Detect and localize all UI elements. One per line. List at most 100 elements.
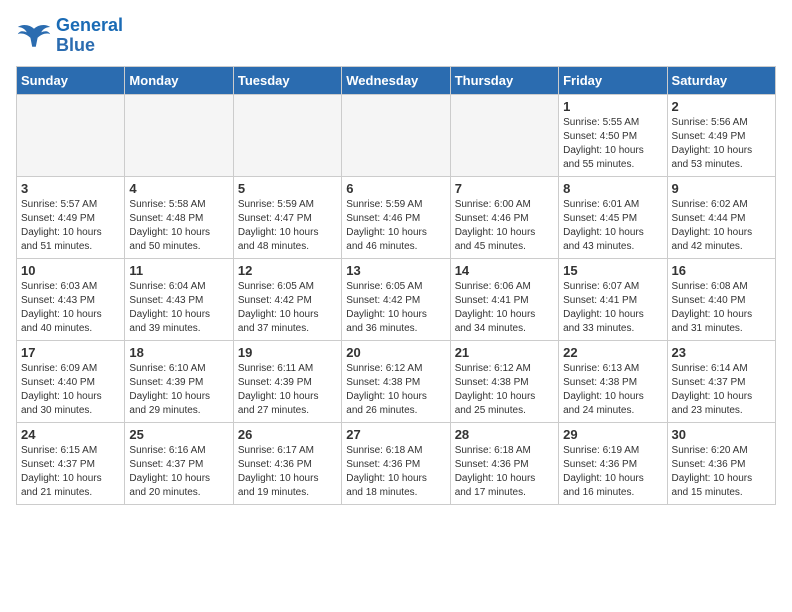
day-number: 29 bbox=[563, 427, 662, 442]
calendar-cell: 11 Sunrise: 6:04 AM Sunset: 4:43 PM Dayli… bbox=[125, 258, 233, 340]
day-number: 27 bbox=[346, 427, 445, 442]
calendar-cell: 12 Sunrise: 6:05 AM Sunset: 4:42 PM Dayli… bbox=[233, 258, 341, 340]
calendar-cell: 29Sunrise: 6:19 AM Sunset: 4:36 PM Dayli… bbox=[559, 422, 667, 504]
calendar-cell bbox=[342, 94, 450, 176]
day-info: Sunrise: 6:20 AM Sunset: 4:36 PM Dayligh… bbox=[672, 444, 771, 500]
col-header-wednesday: Wednesday bbox=[342, 66, 450, 94]
day-number: 12 bbox=[238, 263, 337, 278]
calendar-cell: 30 Sunrise: 6:20 AM Sunset: 4:36 PM Dayli… bbox=[667, 422, 775, 504]
day-number: 5 bbox=[238, 181, 337, 196]
day-info: Sunrise: 6:05 AM Sunset: 4:42 PM Dayligh… bbox=[346, 280, 445, 336]
day-number: 1 bbox=[563, 99, 662, 114]
day-number: 11 bbox=[129, 263, 228, 278]
day-number: 22 bbox=[563, 345, 662, 360]
day-info: Sunrise: 6:18 AM Sunset: 4:36 PM Dayligh… bbox=[346, 444, 445, 500]
day-info: Sunrise: 6:10 AM Sunset: 4:39 PM Dayligh… bbox=[129, 362, 228, 418]
day-number: 23 bbox=[672, 345, 771, 360]
col-header-monday: Monday bbox=[125, 66, 233, 94]
day-info: Sunrise: 6:12 AM Sunset: 4:38 PM Dayligh… bbox=[346, 362, 445, 418]
day-number: 4 bbox=[129, 181, 228, 196]
day-number: 3 bbox=[21, 181, 120, 196]
day-number: 25 bbox=[129, 427, 228, 442]
day-info: Sunrise: 6:18 AM Sunset: 4:36 PM Dayligh… bbox=[455, 444, 554, 500]
calendar-cell: 15 Sunrise: 6:07 AM Sunset: 4:41 PM Dayli… bbox=[559, 258, 667, 340]
calendar-cell: 3Sunrise: 5:57 AM Sunset: 4:49 PM Daylig… bbox=[17, 176, 125, 258]
calendar-week-3: 10 Sunrise: 6:03 AM Sunset: 4:43 PM Dayli… bbox=[17, 258, 776, 340]
day-number: 15 bbox=[563, 263, 662, 278]
calendar-week-1: 1 Sunrise: 5:55 AM Sunset: 4:50 PM Daylig… bbox=[17, 94, 776, 176]
calendar-cell: 23Sunrise: 6:14 AM Sunset: 4:37 PM Dayli… bbox=[667, 340, 775, 422]
day-info: Sunrise: 6:07 AM Sunset: 4:41 PM Dayligh… bbox=[563, 280, 662, 336]
calendar-cell: 8 Sunrise: 6:01 AM Sunset: 4:45 PM Daylig… bbox=[559, 176, 667, 258]
day-number: 28 bbox=[455, 427, 554, 442]
calendar-cell bbox=[450, 94, 558, 176]
day-info: Sunrise: 6:15 AM Sunset: 4:37 PM Dayligh… bbox=[21, 444, 120, 500]
day-number: 17 bbox=[21, 345, 120, 360]
day-info: Sunrise: 6:17 AM Sunset: 4:36 PM Dayligh… bbox=[238, 444, 337, 500]
calendar-week-5: 24Sunrise: 6:15 AM Sunset: 4:37 PM Dayli… bbox=[17, 422, 776, 504]
calendar-cell: 6 Sunrise: 5:59 AM Sunset: 4:46 PM Daylig… bbox=[342, 176, 450, 258]
day-number: 9 bbox=[672, 181, 771, 196]
day-info: Sunrise: 6:13 AM Sunset: 4:38 PM Dayligh… bbox=[563, 362, 662, 418]
calendar-table: SundayMondayTuesdayWednesdayThursdayFrid… bbox=[16, 66, 776, 505]
day-info: Sunrise: 6:12 AM Sunset: 4:38 PM Dayligh… bbox=[455, 362, 554, 418]
calendar-cell: 24Sunrise: 6:15 AM Sunset: 4:37 PM Dayli… bbox=[17, 422, 125, 504]
day-number: 18 bbox=[129, 345, 228, 360]
calendar-cell: 28 Sunrise: 6:18 AM Sunset: 4:36 PM Dayli… bbox=[450, 422, 558, 504]
day-number: 26 bbox=[238, 427, 337, 442]
calendar-cell: 5Sunrise: 5:59 AM Sunset: 4:47 PM Daylig… bbox=[233, 176, 341, 258]
col-header-tuesday: Tuesday bbox=[233, 66, 341, 94]
calendar-cell: 19 Sunrise: 6:11 AM Sunset: 4:39 PM Dayli… bbox=[233, 340, 341, 422]
calendar-cell: 1 Sunrise: 5:55 AM Sunset: 4:50 PM Daylig… bbox=[559, 94, 667, 176]
day-info: Sunrise: 6:06 AM Sunset: 4:41 PM Dayligh… bbox=[455, 280, 554, 336]
logo-text: General Blue bbox=[56, 16, 123, 56]
calendar-cell: 21 Sunrise: 6:12 AM Sunset: 4:38 PM Dayli… bbox=[450, 340, 558, 422]
day-number: 14 bbox=[455, 263, 554, 278]
day-info: Sunrise: 6:05 AM Sunset: 4:42 PM Dayligh… bbox=[238, 280, 337, 336]
calendar-week-2: 3Sunrise: 5:57 AM Sunset: 4:49 PM Daylig… bbox=[17, 176, 776, 258]
logo-icon bbox=[16, 21, 52, 51]
day-info: Sunrise: 6:00 AM Sunset: 4:46 PM Dayligh… bbox=[455, 198, 554, 254]
calendar-cell: 27 Sunrise: 6:18 AM Sunset: 4:36 PM Dayli… bbox=[342, 422, 450, 504]
calendar-cell: 16Sunrise: 6:08 AM Sunset: 4:40 PM Dayli… bbox=[667, 258, 775, 340]
calendar-cell: 10 Sunrise: 6:03 AM Sunset: 4:43 PM Dayli… bbox=[17, 258, 125, 340]
day-info: Sunrise: 5:59 AM Sunset: 4:46 PM Dayligh… bbox=[346, 198, 445, 254]
day-info: Sunrise: 6:03 AM Sunset: 4:43 PM Dayligh… bbox=[21, 280, 120, 336]
col-header-thursday: Thursday bbox=[450, 66, 558, 94]
day-number: 6 bbox=[346, 181, 445, 196]
day-number: 7 bbox=[455, 181, 554, 196]
day-info: Sunrise: 5:55 AM Sunset: 4:50 PM Dayligh… bbox=[563, 116, 662, 172]
col-header-sunday: Sunday bbox=[17, 66, 125, 94]
calendar-cell: 13 Sunrise: 6:05 AM Sunset: 4:42 PM Dayli… bbox=[342, 258, 450, 340]
day-number: 19 bbox=[238, 345, 337, 360]
day-number: 13 bbox=[346, 263, 445, 278]
calendar-cell bbox=[125, 94, 233, 176]
header-row: SundayMondayTuesdayWednesdayThursdayFrid… bbox=[17, 66, 776, 94]
day-info: Sunrise: 5:58 AM Sunset: 4:48 PM Dayligh… bbox=[129, 198, 228, 254]
day-info: Sunrise: 6:01 AM Sunset: 4:45 PM Dayligh… bbox=[563, 198, 662, 254]
calendar-cell: 18 Sunrise: 6:10 AM Sunset: 4:39 PM Dayli… bbox=[125, 340, 233, 422]
calendar-cell: 2 Sunrise: 5:56 AM Sunset: 4:49 PM Daylig… bbox=[667, 94, 775, 176]
calendar-cell bbox=[17, 94, 125, 176]
calendar-cell: 26 Sunrise: 6:17 AM Sunset: 4:36 PM Dayli… bbox=[233, 422, 341, 504]
logo: General Blue bbox=[16, 16, 123, 56]
calendar-cell: 9 Sunrise: 6:02 AM Sunset: 4:44 PM Daylig… bbox=[667, 176, 775, 258]
calendar-week-4: 17 Sunrise: 6:09 AM Sunset: 4:40 PM Dayli… bbox=[17, 340, 776, 422]
col-header-friday: Friday bbox=[559, 66, 667, 94]
day-number: 2 bbox=[672, 99, 771, 114]
calendar-cell: 22 Sunrise: 6:13 AM Sunset: 4:38 PM Dayli… bbox=[559, 340, 667, 422]
day-number: 30 bbox=[672, 427, 771, 442]
day-info: Sunrise: 5:56 AM Sunset: 4:49 PM Dayligh… bbox=[672, 116, 771, 172]
day-number: 21 bbox=[455, 345, 554, 360]
day-info: Sunrise: 6:11 AM Sunset: 4:39 PM Dayligh… bbox=[238, 362, 337, 418]
calendar-cell bbox=[233, 94, 341, 176]
day-info: Sunrise: 6:04 AM Sunset: 4:43 PM Dayligh… bbox=[129, 280, 228, 336]
day-info: Sunrise: 6:02 AM Sunset: 4:44 PM Dayligh… bbox=[672, 198, 771, 254]
calendar-cell: 4 Sunrise: 5:58 AM Sunset: 4:48 PM Daylig… bbox=[125, 176, 233, 258]
day-info: Sunrise: 6:09 AM Sunset: 4:40 PM Dayligh… bbox=[21, 362, 120, 418]
day-number: 10 bbox=[21, 263, 120, 278]
day-number: 8 bbox=[563, 181, 662, 196]
day-info: Sunrise: 6:08 AM Sunset: 4:40 PM Dayligh… bbox=[672, 280, 771, 336]
calendar-cell: 7 Sunrise: 6:00 AM Sunset: 4:46 PM Daylig… bbox=[450, 176, 558, 258]
calendar-cell: 25Sunrise: 6:16 AM Sunset: 4:37 PM Dayli… bbox=[125, 422, 233, 504]
